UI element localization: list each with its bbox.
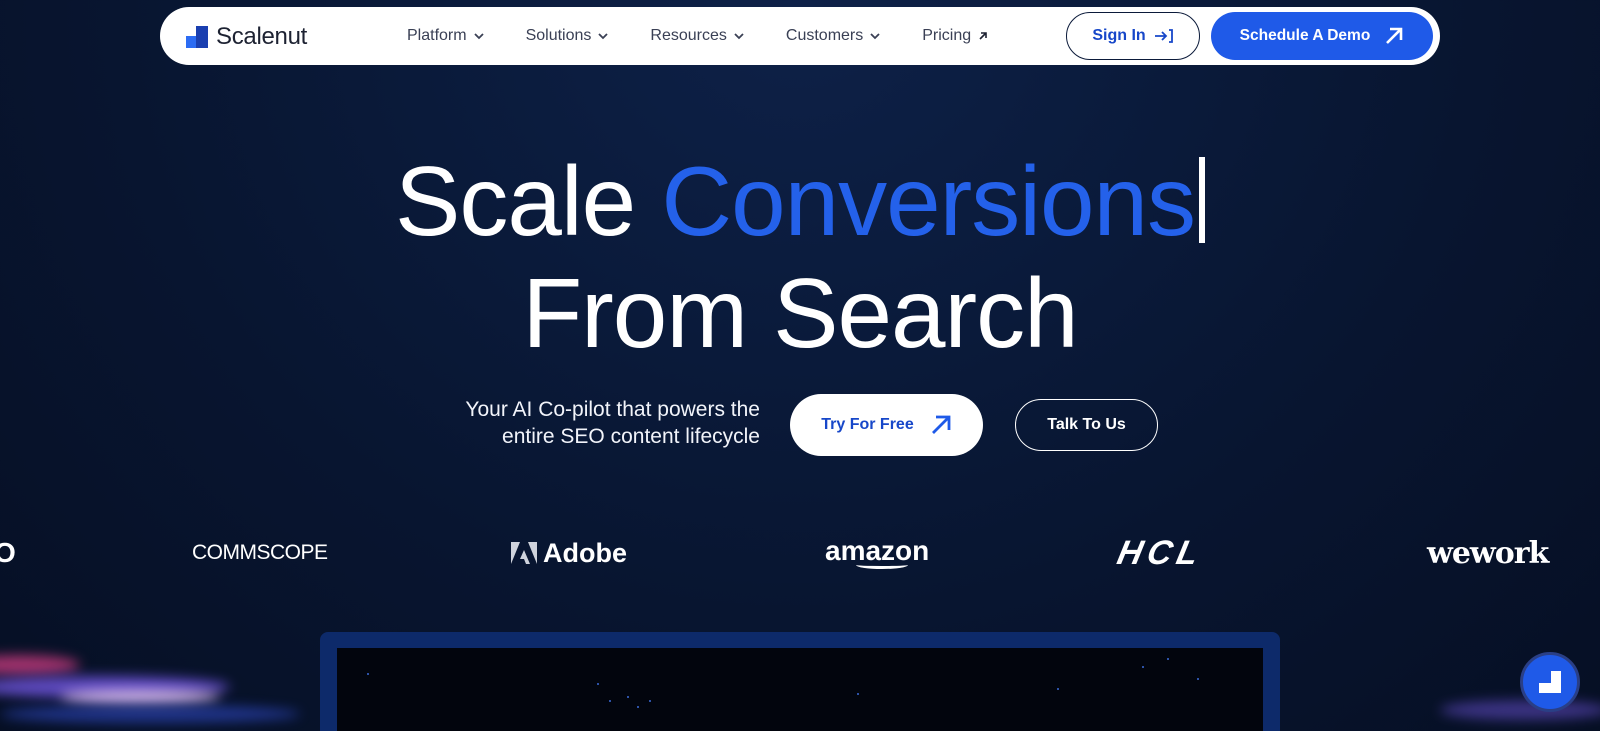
arrow-up-right-icon bbox=[979, 32, 987, 40]
glow-streak bbox=[0, 705, 300, 723]
chat-launcher-button[interactable] bbox=[1520, 652, 1580, 712]
glow-streak bbox=[1440, 700, 1600, 720]
chevron-down-icon bbox=[870, 33, 880, 40]
hero-tagline: Your AI Co-pilot that powers the entire … bbox=[400, 396, 760, 450]
logo-text: Scalenut bbox=[216, 23, 307, 50]
menu-item-customers[interactable]: Customers bbox=[786, 27, 881, 45]
typing-cursor bbox=[1199, 157, 1206, 243]
schedule-demo-label: Schedule A Demo bbox=[1239, 27, 1371, 44]
headline-line2: From Search bbox=[522, 258, 1078, 368]
amazon-logo: amazon bbox=[825, 530, 929, 576]
chevron-down-icon bbox=[598, 33, 609, 40]
sign-in-button[interactable]: Sign In bbox=[1066, 12, 1200, 60]
chevron-down-icon bbox=[473, 33, 484, 40]
hcl-logo: HCL bbox=[1114, 533, 1208, 572]
sign-in-icon bbox=[1154, 29, 1173, 43]
product-preview-video[interactable] bbox=[337, 648, 1263, 731]
glow-streak bbox=[60, 690, 220, 704]
customer-logo-partial: O bbox=[0, 537, 16, 568]
try-for-free-label: Try For Free bbox=[821, 416, 914, 433]
talk-to-us-button[interactable]: Talk To Us bbox=[1015, 399, 1158, 451]
menu-item-label: Platform bbox=[407, 27, 467, 44]
tagline-line: entire SEO content lifecycle bbox=[502, 425, 760, 448]
glow-streak bbox=[0, 655, 80, 675]
scalenut-logo-icon bbox=[186, 26, 208, 48]
menu-item-platform[interactable]: Platform bbox=[407, 27, 485, 45]
menu-item-label: Solutions bbox=[525, 27, 592, 44]
try-for-free-button[interactable]: Try For Free bbox=[790, 394, 983, 456]
adobe-icon bbox=[511, 542, 537, 564]
chevron-down-icon bbox=[734, 33, 744, 40]
tagline-line: Your AI Co-pilot that powers the bbox=[465, 398, 760, 421]
customer-logos-strip: O COMMSCOPE Adobe amazon HCL wework bbox=[0, 530, 1600, 576]
scalenut-logo[interactable]: Scalenut bbox=[186, 23, 307, 51]
adobe-logo-text: Adobe bbox=[543, 537, 627, 568]
scalenut-chat-icon bbox=[1539, 671, 1561, 693]
wework-logo: wework bbox=[1427, 535, 1549, 571]
headline-accent-word: Conversions bbox=[661, 146, 1196, 256]
menu-item-resources[interactable]: Resources bbox=[650, 27, 744, 45]
talk-to-us-label: Talk To Us bbox=[1047, 416, 1126, 433]
headline-word: Scale bbox=[394, 146, 636, 256]
adobe-logo: Adobe bbox=[511, 530, 627, 576]
schedule-demo-button[interactable]: Schedule A Demo bbox=[1211, 12, 1433, 60]
sign-in-label: Sign In bbox=[1092, 27, 1146, 44]
menu-item-label: Resources bbox=[650, 27, 727, 44]
top-navbar: Scalenut Platform Solutions Resources Cu… bbox=[160, 7, 1440, 65]
arrow-up-right-icon bbox=[1386, 27, 1403, 44]
hero-headline: Scale Conversions From Search bbox=[0, 145, 1600, 369]
menu-item-pricing[interactable]: Pricing bbox=[922, 27, 989, 45]
commscope-logo: COMMSCOPE bbox=[192, 541, 328, 564]
menu-item-solutions[interactable]: Solutions bbox=[526, 27, 610, 45]
menu-item-label: Pricing bbox=[922, 27, 972, 44]
arrow-up-right-icon bbox=[931, 415, 951, 434]
main-menu: Platform Solutions Resources Customers P… bbox=[407, 7, 1030, 65]
menu-item-label: Customers bbox=[785, 27, 864, 44]
amazon-smile-icon bbox=[856, 561, 909, 569]
